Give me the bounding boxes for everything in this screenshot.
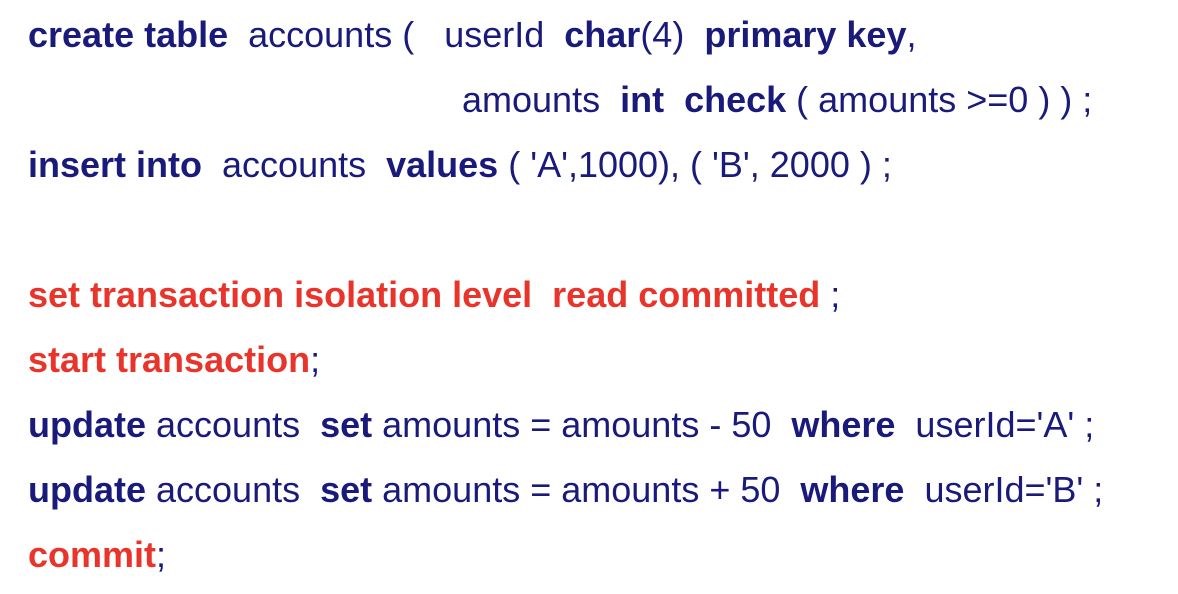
code-line-amounts-column: amounts int check ( amounts >=0 ) ) ;	[462, 80, 1092, 120]
code-text: accounts	[202, 144, 387, 185]
code-line-commit: commit;	[28, 535, 166, 575]
code-text: accounts ( userId	[228, 14, 565, 55]
sql-code-block: create table accounts ( userId char(4) p…	[0, 0, 1178, 594]
keyword-set: set	[320, 404, 373, 445]
keyword-values: values	[386, 144, 499, 185]
code-line-isolation-level: set transaction isolation level read com…	[28, 275, 840, 315]
keyword-update: update	[28, 469, 147, 510]
code-text: amounts	[462, 79, 621, 120]
keyword-set: set	[320, 469, 373, 510]
code-line-insert: insert into accounts values ( 'A',1000),…	[28, 145, 892, 185]
code-text: accounts	[146, 404, 321, 445]
keyword-update: update	[28, 404, 147, 445]
code-text: accounts	[146, 469, 321, 510]
keyword-insert-into: insert into	[28, 144, 203, 185]
code-line-update-b: update accounts set amounts = amounts + …	[28, 470, 1103, 510]
keyword-char: char	[564, 14, 641, 55]
keyword-create-table: create table	[28, 14, 229, 55]
code-text: amounts = amounts + 50	[372, 469, 801, 510]
code-text: ,	[906, 14, 917, 55]
code-text: ( amounts >=0 ) ) ;	[786, 79, 1093, 120]
code-text: ;	[310, 339, 321, 380]
keyword-where: where	[800, 469, 905, 510]
code-text: amounts = amounts - 50	[372, 404, 792, 445]
code-line-create-table: create table accounts ( userId char(4) p…	[28, 15, 916, 55]
code-text: userId='B' ;	[904, 469, 1104, 510]
code-text: ;	[820, 274, 841, 315]
keyword-primary-key: primary key	[704, 14, 907, 55]
keyword-where: where	[791, 404, 896, 445]
highlight-commit: commit	[28, 534, 157, 575]
highlight-start-transaction: start transaction	[28, 339, 311, 380]
code-text: (4)	[640, 14, 705, 55]
code-line-start-transaction: start transaction;	[28, 340, 320, 380]
keyword-int: int	[620, 79, 665, 120]
code-text: userId='A' ;	[895, 404, 1095, 445]
code-line-update-a: update accounts set amounts = amounts - …	[28, 405, 1094, 445]
keyword-check: check	[684, 79, 787, 120]
highlight-isolation-level: set transaction isolation level read com…	[28, 274, 821, 315]
code-text: ( 'A',1000), ( 'B', 2000 ) ;	[498, 144, 892, 185]
code-text: ;	[156, 534, 167, 575]
